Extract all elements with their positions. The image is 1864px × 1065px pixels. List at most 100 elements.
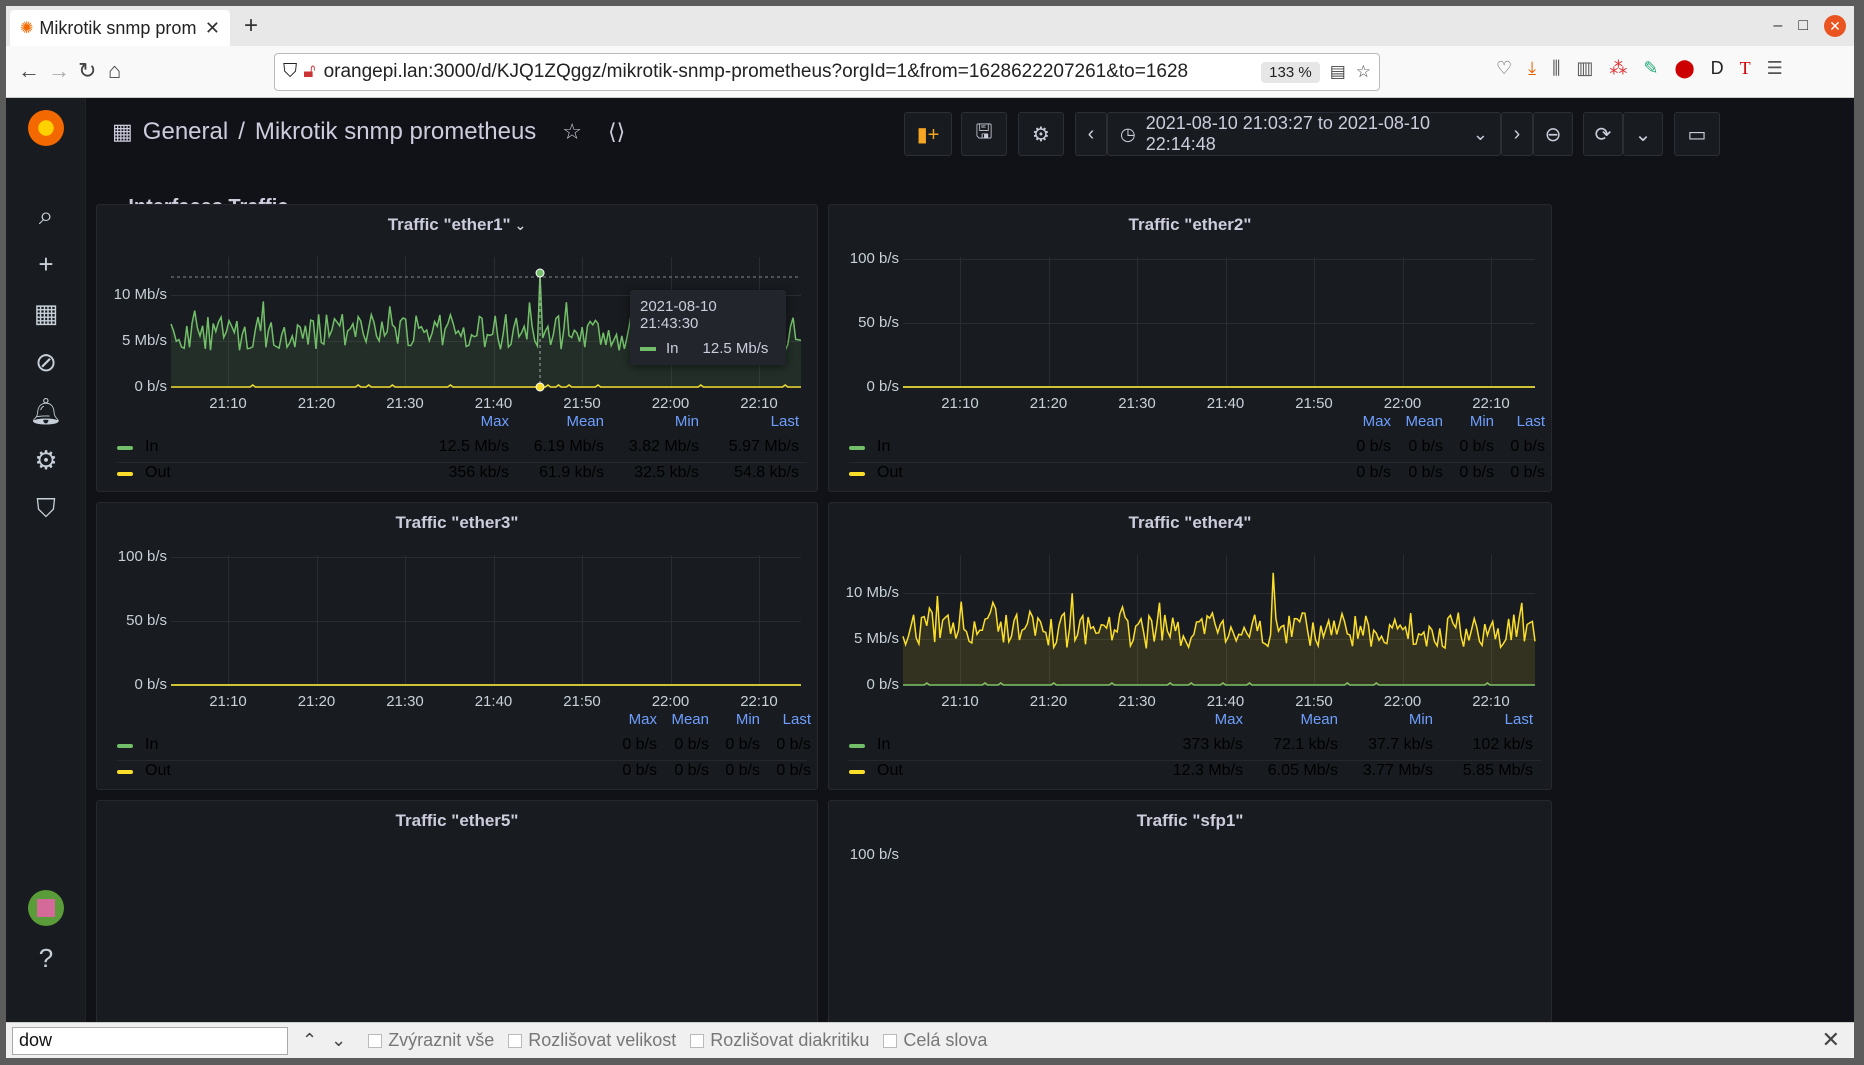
highlight-all-checkbox[interactable]: Zvýraznit vše [368,1030,494,1051]
checkbox[interactable] [368,1033,383,1048]
extension-icon[interactable]: T [1740,58,1751,79]
series-swatch[interactable] [117,472,133,476]
explore-compass-icon[interactable]: ⊘ [26,342,66,382]
alerting-bell-icon[interactable]: 🔔︎ [26,391,66,431]
reader-view-icon[interactable]: ▤ [1330,62,1346,82]
time-shift-back-button[interactable]: ‹ [1075,112,1107,156]
graph-plot[interactable] [97,503,819,703]
forward-icon[interactable]: → [48,58,70,84]
legend-row[interactable]: Out 0 b/s 0 b/s 0 b/s 0 b/s [117,759,811,787]
legend-series-name[interactable]: In [877,438,890,456]
maximize-icon[interactable]: □ [1798,17,1808,35]
legend-row[interactable]: Out 12.3 Mb/s 6.05 Mb/s 3.77 Mb/s 5.85 Mb/s [849,759,1541,787]
legend-series-name[interactable]: Out [145,464,171,482]
legend-row[interactable]: In 12.5 Mb/s 6.19 Mb/s 3.82 Mb/s 5.97 Mb/s [117,435,807,463]
legend-series-name[interactable]: In [877,736,890,754]
legend-series-name[interactable]: Out [877,464,903,482]
legend-column-header[interactable]: Last [1497,413,1545,430]
legend-column-header[interactable]: Max [419,413,509,430]
zoom-out-button[interactable]: ⊖ [1533,112,1573,156]
extension-icon[interactable]: D [1711,58,1724,79]
legend-column-header[interactable]: Min [1446,413,1494,430]
legend-column-header[interactable]: Min [712,711,760,728]
graph-plot[interactable] [829,205,1553,405]
checkbox[interactable] [883,1033,898,1048]
time-range-picker[interactable]: ◷ 2021-08-10 21:03:27 to 2021-08-10 22:1… [1107,112,1501,156]
configuration-gear-icon[interactable]: ⚙ [26,440,66,480]
save-dashboard-button[interactable]: 🖫︎ [961,112,1007,156]
graph-panel[interactable]: Traffic "sfp1" 100 b/s [828,800,1552,1030]
legend-column-header[interactable]: Max [609,711,657,728]
dashboard-settings-button[interactable]: ⚙ [1018,112,1064,156]
whole-words-checkbox[interactable]: Celá slova [883,1030,987,1051]
legend-series-name[interactable]: In [145,736,158,754]
legend-column-header[interactable]: Max [1153,711,1243,728]
legend-row[interactable]: In 373 kb/s 72.1 kb/s 37.7 kb/s 102 kb/s [849,733,1541,761]
shield-icon[interactable]: ⛉ [283,61,297,83]
series-swatch[interactable] [117,770,133,774]
series-swatch[interactable] [849,472,865,476]
extension-icon[interactable]: ⁂ [1609,58,1627,79]
graph-panel[interactable]: Traffic "ether4" 10 Mb/s 5 Mb/s 0 b/s 21:10 2… [828,502,1552,790]
adblock-icon[interactable]: ⬤ [1675,58,1695,79]
graph-panel[interactable]: Traffic "ether5" [96,800,818,1030]
legend-series-name[interactable]: Out [877,762,903,780]
sidebar-icon[interactable]: ▥ [1576,58,1593,79]
legend-row[interactable]: In 0 b/s 0 b/s 0 b/s 0 b/s [849,435,1545,463]
match-diacritics-checkbox[interactable]: Rozlišovat diakritiku [690,1030,869,1051]
find-input[interactable] [12,1026,288,1055]
dashboard-title[interactable]: Mikrotik snmp prometheus [255,118,536,146]
legend-row[interactable]: Out 0 b/s 0 b/s 0 b/s 0 b/s [849,461,1545,489]
legend-column-header[interactable]: Last [1443,711,1533,728]
series-swatch[interactable] [117,744,133,748]
graph-plot[interactable] [829,503,1553,703]
create-plus-icon[interactable]: + [26,244,66,284]
breadcrumb-folder[interactable]: General [143,118,228,146]
legend-column-header[interactable]: Mean [514,413,604,430]
help-icon[interactable]: ? [26,938,66,978]
graph-panel[interactable]: Traffic "ether2" 100 b/s 50 b/s 0 b/s 21:10 2… [828,204,1552,492]
legend-column-header[interactable]: Min [1343,711,1433,728]
time-shift-forward-button[interactable]: › [1501,112,1533,156]
downloads-icon[interactable]: ⤓ [1528,58,1536,79]
reload-icon[interactable]: ↻ [78,58,96,84]
match-case-checkbox[interactable]: Rozlišovat velikost [508,1030,676,1051]
find-previous-icon[interactable]: ⌃ [302,1030,317,1051]
server-admin-shield-icon[interactable]: ⛉ [26,489,66,529]
favorite-star-icon[interactable]: ☆ [562,119,582,145]
checkbox[interactable] [690,1033,705,1048]
legend-column-header[interactable]: Mean [661,711,709,728]
insecure-lock-icon[interactable]: 🔓︎ [303,61,315,83]
bookmark-star-icon[interactable]: ☆ [1356,62,1371,82]
checkbox[interactable] [508,1033,523,1048]
legend-series-name[interactable]: In [145,438,158,456]
new-tab-icon[interactable]: + [244,12,258,40]
legend-column-header[interactable]: Last [709,413,799,430]
find-next-icon[interactable]: ⌄ [331,1030,346,1051]
user-avatar[interactable] [28,890,64,926]
close-window-icon[interactable]: ✕ [1824,15,1846,37]
home-icon[interactable]: ⌂ [108,58,121,84]
legend-column-header[interactable]: Mean [1395,413,1443,430]
menu-icon[interactable]: ☰ [1767,58,1783,79]
search-icon[interactable]: ⌕ [26,196,66,236]
add-panel-button[interactable]: ▮+ [904,112,952,156]
legend-column-header[interactable]: Mean [1248,711,1338,728]
url-text[interactable]: orangepi.lan:3000/d/KJQ1ZQggz/mikrotik-s… [324,61,1256,83]
refresh-interval-dropdown[interactable]: ⌄ [1623,112,1663,156]
graph-panel[interactable]: Traffic "ether3" 100 b/s 50 b/s 0 b/s 21:10 2… [96,502,818,790]
pocket-icon[interactable]: ♡ [1496,58,1512,79]
share-icon[interactable]: ⟨⟩ [608,119,625,145]
series-swatch[interactable] [849,446,865,450]
cycle-view-mode-button[interactable]: ▭ [1674,112,1720,156]
refresh-button[interactable]: ⟳ [1583,112,1623,156]
legend-series-name[interactable]: Out [145,762,171,780]
zoom-level[interactable]: 133 % [1261,61,1320,83]
panel-title[interactable]: Traffic "sfp1" [829,811,1551,831]
tab-close-icon[interactable]: ✕ [205,18,220,39]
legend-column-header[interactable]: Min [609,413,699,430]
close-find-bar-icon[interactable]: ✕ [1822,1027,1840,1053]
legend-column-header[interactable]: Last [763,711,811,728]
browser-tab[interactable]: ✺ Mikrotik snmp prom ✕ [10,10,230,46]
legend-column-header[interactable]: Max [1343,413,1391,430]
